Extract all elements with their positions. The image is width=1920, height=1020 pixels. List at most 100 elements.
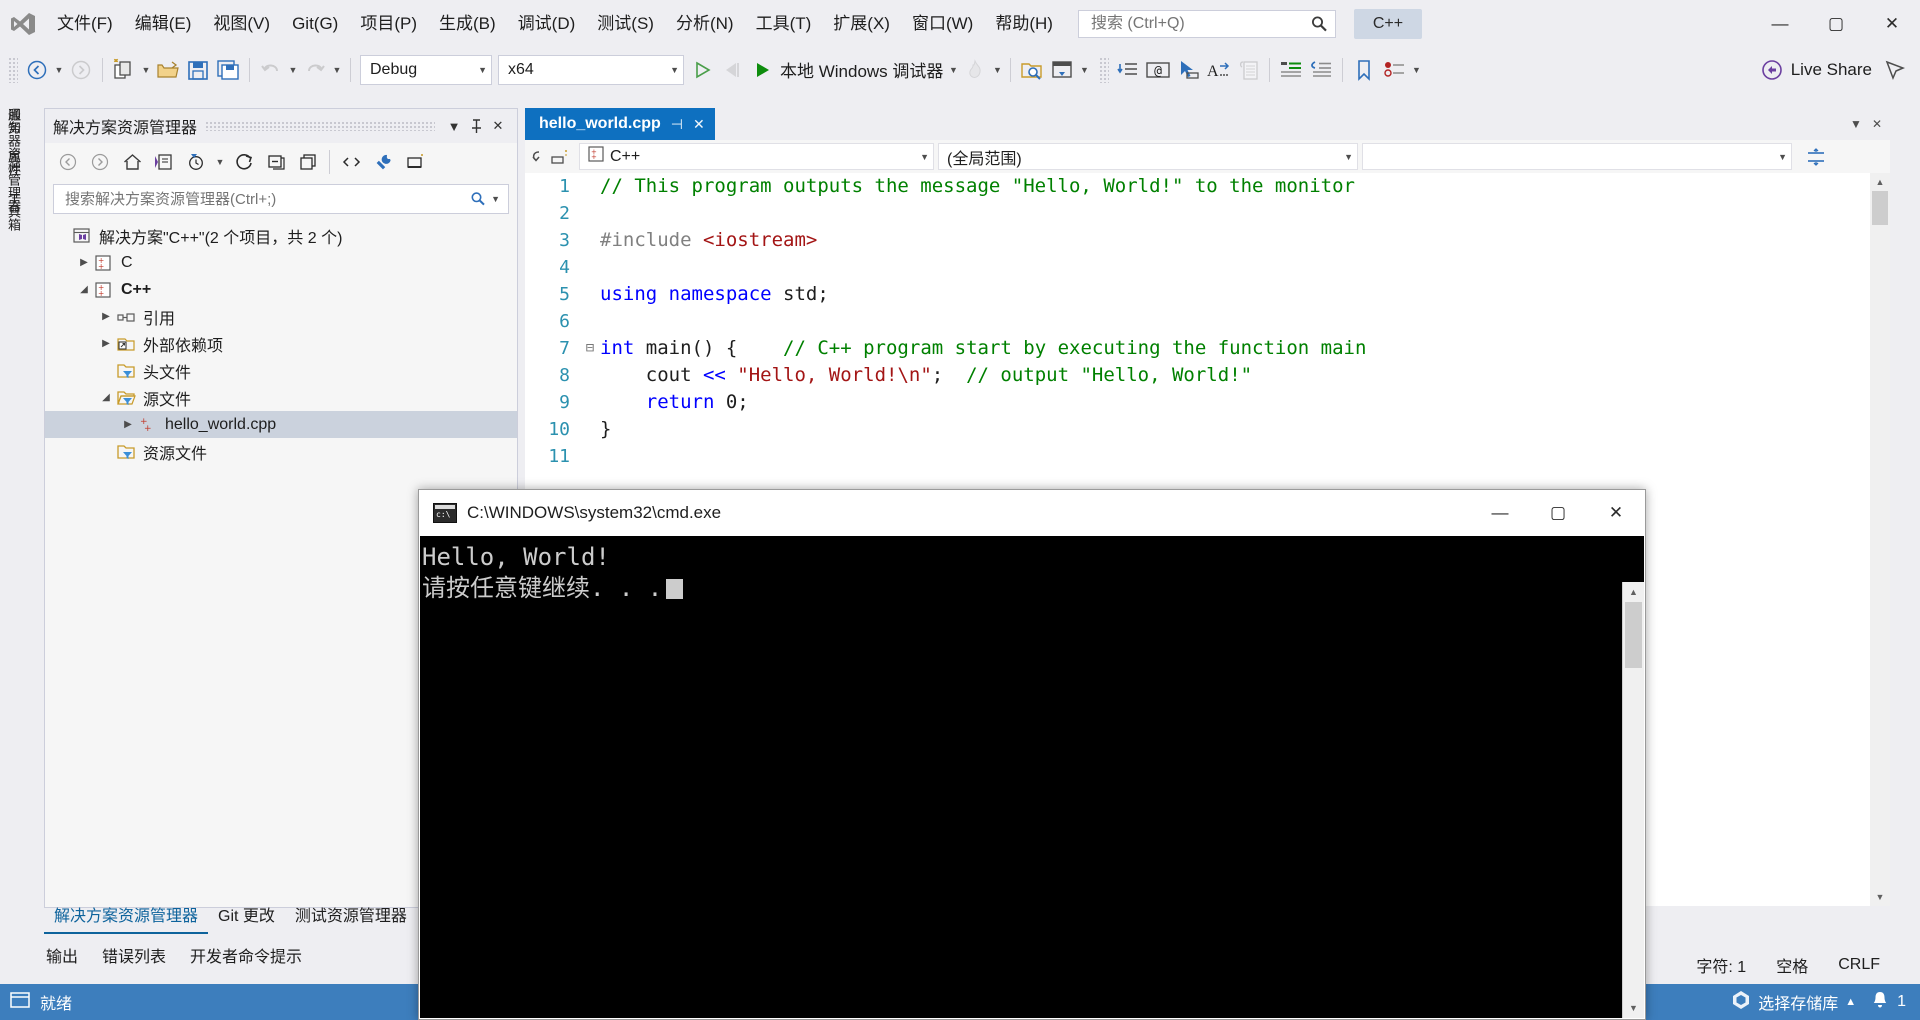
spaces-label[interactable]: 空格 (1776, 953, 1808, 977)
tab-output[interactable]: 输出 (34, 943, 90, 967)
tab-test-explorer[interactable]: 测试资源管理器 (285, 900, 417, 934)
code-line[interactable]: 3 #include <iostream> (525, 227, 1870, 254)
code-line[interactable]: 4 (525, 254, 1870, 281)
code-line[interactable]: 9 return 0; (525, 389, 1870, 416)
vtab-properties[interactable]: 属性 (0, 142, 27, 184)
show-all-files-icon[interactable] (293, 148, 323, 176)
menu-item-analyze[interactable]: 分析(N) (665, 0, 745, 47)
window-layout-icon[interactable] (1047, 55, 1077, 85)
tree-node-resource-files[interactable]: 资源文件 (45, 438, 517, 465)
solution-explorer-search-box[interactable]: ▼ (53, 184, 509, 214)
editor-vertical-scrollbar[interactable]: ▲ ▼ (1870, 173, 1890, 906)
menu-item-extensions[interactable]: 扩展(X) (822, 0, 901, 47)
comment-lines-icon[interactable] (1276, 55, 1306, 85)
vtab-notifications[interactable]: 通知 (0, 100, 27, 142)
tab-error-list[interactable]: 错误列表 (90, 943, 178, 967)
global-search-input[interactable] (1088, 13, 1309, 34)
clipboard-icon[interactable] (1233, 55, 1263, 85)
expander-collapsed-icon[interactable]: ▶ (97, 338, 115, 349)
undo-dropdown-icon[interactable]: ▼ (286, 55, 300, 85)
save-icon[interactable] (183, 55, 213, 85)
font-size-icon[interactable]: A (1203, 55, 1233, 85)
solution-configuration-combo[interactable]: Debug ▼ (360, 54, 492, 85)
hot-reload-dropdown-icon[interactable]: ▼ (990, 55, 1004, 85)
document-tab-hello-world-cpp[interactable]: hello_world.cpp ⊣ ✕ (525, 108, 715, 140)
global-search-box[interactable] (1077, 9, 1336, 38)
navigate-forward-icon[interactable] (66, 55, 96, 85)
code-line[interactable]: 7 ⊟ int main() { // C++ program start by e… (525, 335, 1870, 362)
menu-item-window[interactable]: 窗口(W) (901, 0, 984, 47)
start-without-debug-icon[interactable] (687, 55, 717, 85)
navigate-backward-small-icon[interactable] (525, 145, 547, 169)
tree-node-solution-node[interactable]: 解决方案"C++"(2 个项目，共 2 个) (45, 222, 517, 249)
menu-item-debug[interactable]: 调试(D) (507, 0, 587, 47)
sync-with-active-document-icon[interactable] (149, 148, 179, 176)
pointer-select-icon[interactable] (1173, 55, 1203, 85)
tab-solution-explorer[interactable]: 解决方案资源管理器 (44, 900, 209, 934)
hot-reload-flame-icon[interactable] (960, 55, 990, 85)
cmd-close-button[interactable]: ✕ (1587, 490, 1645, 536)
at-sign-icon[interactable]: @ (1143, 55, 1173, 85)
expander-expanded-icon[interactable]: ◢ (97, 392, 115, 403)
cmd-scroll-down-icon[interactable]: ▼ (1623, 998, 1644, 1018)
undo-icon[interactable] (256, 55, 286, 85)
cmd-minimize-button[interactable]: — (1471, 490, 1529, 536)
preview-selected-items-icon[interactable] (400, 148, 430, 176)
cmd-title-bar[interactable]: C:\WINDOWS\system32\cmd.exe — ▢ ✕ (419, 490, 1645, 536)
tree-node-references[interactable]: ▶ 引用 (45, 303, 517, 330)
solution-platform-combo[interactable]: x64 ▼ (498, 54, 684, 85)
code-line[interactable]: 6 (525, 308, 1870, 335)
breakpoint-list-icon[interactable] (1379, 55, 1409, 85)
tree-node-header-files[interactable]: 头文件 (45, 357, 517, 384)
menu-item-project[interactable]: 项目(P) (349, 0, 428, 47)
panel-drag-handle[interactable] (205, 121, 435, 131)
tab-list-chevron-down-icon[interactable]: ▼ (1850, 117, 1862, 131)
split-window-icon[interactable] (547, 145, 573, 169)
redo-icon[interactable] (300, 55, 330, 85)
refresh-icon[interactable] (229, 148, 259, 176)
toolbar-grip-2[interactable] (1099, 56, 1110, 83)
expander-collapsed-icon[interactable]: ▶ (97, 311, 115, 322)
menu-item-help[interactable]: 帮助(H) (984, 0, 1064, 47)
menu-item-tools[interactable]: 工具(T) (745, 0, 823, 47)
code-line[interactable]: 8 cout << "Hello, World!\n"; // output "… (525, 362, 1870, 389)
code-view-icon[interactable] (336, 148, 366, 176)
open-folder-icon[interactable] (153, 55, 183, 85)
nav-member-combo[interactable]: ▼ (1362, 143, 1792, 170)
live-share-button[interactable]: Live Share (1753, 59, 1880, 81)
debug-target-dropdown-icon[interactable]: ▼ (946, 55, 960, 85)
code-line[interactable]: 5 using namespace std; (525, 281, 1870, 308)
split-editor-icon[interactable] (1802, 144, 1830, 170)
code-line[interactable]: 11 (525, 443, 1870, 470)
scroll-down-icon[interactable]: ▼ (1870, 888, 1890, 906)
code-line[interactable]: 10} (525, 416, 1870, 443)
cmd-scrollbar-thumb[interactable] (1625, 602, 1642, 668)
redo-dropdown-icon[interactable]: ▼ (330, 55, 344, 85)
folder-search-icon[interactable] (1017, 55, 1047, 85)
toolbar-grip[interactable] (8, 56, 18, 83)
scrollbar-thumb[interactable] (1872, 191, 1888, 225)
indent-icon[interactable] (1113, 55, 1143, 85)
menu-item-edit[interactable]: 编辑(E) (124, 0, 203, 47)
tab-close-icon[interactable]: ✕ (1872, 117, 1882, 131)
cmd-maximize-button[interactable]: ▢ (1529, 490, 1587, 536)
menu-item-build[interactable]: 生成(B) (428, 0, 507, 47)
panel-pin-icon[interactable] (465, 113, 487, 139)
cmd-vertical-scrollbar[interactable]: ▲ ▼ (1622, 582, 1644, 1018)
expander-collapsed-icon[interactable]: ▶ (119, 419, 137, 430)
save-all-icon[interactable] (213, 55, 243, 85)
close-button[interactable]: ✕ (1864, 3, 1920, 45)
start-debug-icon[interactable] (747, 55, 777, 85)
pending-changes-dropdown-icon[interactable]: ▼ (213, 148, 227, 176)
minimize-button[interactable]: — (1752, 3, 1808, 45)
feedback-icon[interactable] (1880, 55, 1910, 85)
debug-target-label[interactable]: 本地 Windows 调试器 (777, 57, 946, 82)
home-icon[interactable] (117, 148, 147, 176)
uncomment-lines-icon[interactable] (1306, 55, 1336, 85)
tree-node-external-dependencies[interactable]: ▶ 外部依赖项 (45, 330, 517, 357)
menu-item-git[interactable]: Git(G) (281, 0, 349, 47)
menu-item-file[interactable]: 文件(F) (46, 0, 124, 47)
tree-node-file-hello-world-cpp[interactable]: ▶ + + hello_world.cpp (45, 411, 517, 438)
window-layout-dropdown-icon[interactable]: ▼ (1077, 55, 1091, 85)
menu-item-test[interactable]: 测试(S) (586, 0, 665, 47)
